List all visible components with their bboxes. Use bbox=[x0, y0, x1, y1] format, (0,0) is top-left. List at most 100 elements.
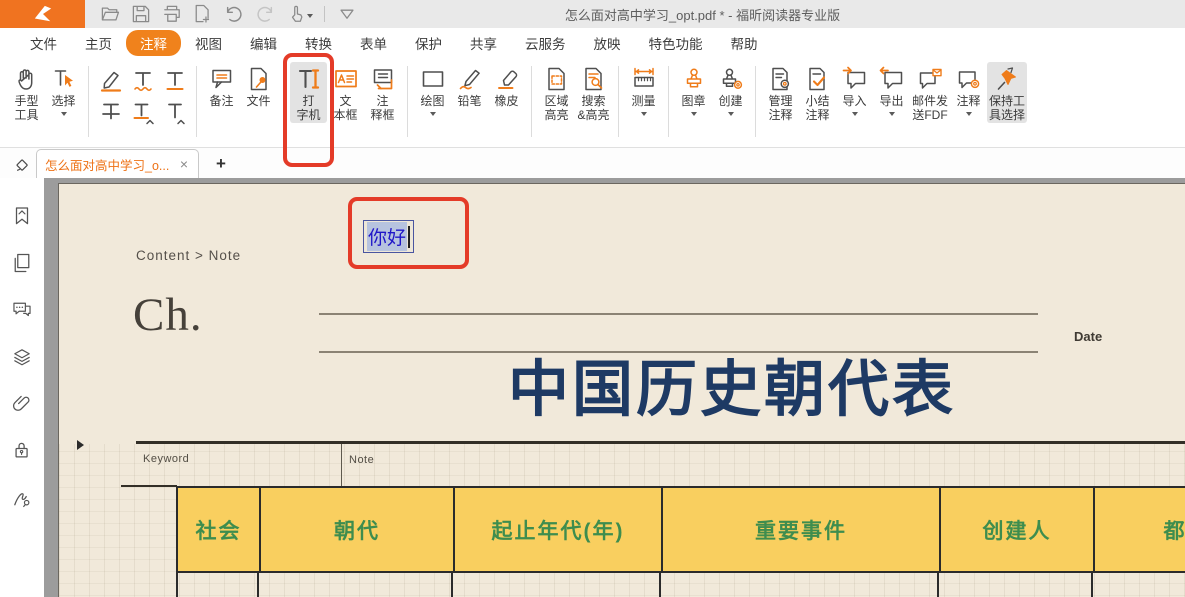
attachments-icon bbox=[11, 388, 33, 420]
menu-item-present[interactable]: 放映 bbox=[580, 30, 635, 56]
highlight-button[interactable] bbox=[95, 65, 126, 96]
file-attachment-label: 文件 bbox=[246, 95, 270, 109]
print-button[interactable] bbox=[161, 0, 183, 30]
typewriter-annotation[interactable]: 你好 bbox=[363, 220, 414, 253]
create-stamp-button[interactable]: 创建 bbox=[712, 62, 749, 117]
replace-text-button[interactable] bbox=[127, 97, 158, 128]
search-highlight-label: 搜索 &高亮 bbox=[577, 95, 609, 122]
pencil-button[interactable]: 铅笔 bbox=[451, 62, 488, 110]
table-body-cell bbox=[176, 573, 259, 597]
menu-item-view[interactable]: 视图 bbox=[181, 30, 236, 56]
summarize-icon bbox=[805, 63, 831, 95]
group-separator bbox=[407, 66, 408, 137]
search-highlight-icon bbox=[581, 63, 607, 95]
typewriter-button[interactable]: 打 字机 bbox=[290, 62, 327, 123]
dropdown-caret-icon bbox=[889, 112, 895, 116]
create-stamp-label: 创建 bbox=[718, 95, 742, 109]
manage-comments-label: 管理 注释 bbox=[768, 95, 792, 122]
menu-item-features[interactable]: 特色功能 bbox=[635, 30, 717, 56]
search-highlight-button[interactable]: 搜索 &高亮 bbox=[575, 62, 612, 123]
document-tab-bar: 怎么面对高中学习_o... × + bbox=[0, 148, 1185, 178]
open-button[interactable] bbox=[99, 0, 121, 30]
toolbar-group-highlight-tools: 区域 高亮搜索 &高亮 bbox=[534, 62, 616, 145]
signature-panel-button[interactable] bbox=[9, 486, 35, 510]
group-separator bbox=[618, 66, 619, 137]
more-tools-button[interactable] bbox=[336, 0, 358, 30]
measure-icon bbox=[631, 63, 657, 95]
document-tab[interactable]: 怎么面对高中学习_o... × bbox=[36, 149, 199, 178]
document-canvas: Content > Note Ch. Date 中国历史朝代表 Keyword … bbox=[44, 178, 1185, 597]
callout-button[interactable]: 注 释框 bbox=[364, 62, 401, 123]
textbox-icon bbox=[333, 63, 359, 95]
area-highlight-button[interactable]: 区域 高亮 bbox=[538, 62, 575, 123]
keep-tool-selected-button[interactable]: 保持工 具选择 bbox=[987, 62, 1027, 123]
redo-icon bbox=[254, 0, 276, 30]
table-header-cell: 重要事件 bbox=[663, 488, 941, 571]
file-attachment-button[interactable]: 文件 bbox=[240, 62, 277, 110]
table-header-cell: 社会 bbox=[178, 488, 261, 571]
save-icon bbox=[130, 0, 152, 30]
strikeout-button[interactable] bbox=[95, 97, 126, 128]
pin-icon bbox=[994, 63, 1020, 95]
import-comments-button[interactable]: 导入 bbox=[836, 62, 873, 117]
email-fdf-button[interactable]: 邮件发 送FDF bbox=[910, 62, 950, 123]
menu-item-convert[interactable]: 转换 bbox=[291, 30, 346, 56]
select-icon bbox=[51, 63, 77, 95]
menu-item-share[interactable]: 共享 bbox=[456, 30, 511, 56]
table-body-cell bbox=[259, 573, 453, 597]
dropdown-caret-icon bbox=[430, 112, 436, 116]
hand-tool-button[interactable]: 手型 工具 bbox=[8, 62, 45, 123]
textbox-button[interactable]: 文 本框 bbox=[327, 62, 364, 123]
insert-text-button[interactable] bbox=[159, 97, 190, 128]
new-tab-button[interactable]: + bbox=[212, 154, 230, 178]
menu-item-file[interactable]: 文件 bbox=[16, 30, 71, 56]
squiggly-underline-button[interactable] bbox=[127, 65, 158, 96]
menu-item-help[interactable]: 帮助 bbox=[717, 30, 772, 56]
eraser-button[interactable]: 橡皮 bbox=[488, 62, 525, 110]
tab-close-icon[interactable]: × bbox=[178, 156, 190, 172]
drawing-button[interactable]: 绘图 bbox=[414, 62, 451, 117]
touch-mode-button[interactable] bbox=[285, 0, 313, 30]
new-page-button[interactable] bbox=[192, 0, 214, 30]
print-icon bbox=[161, 0, 183, 30]
select-tool-button[interactable]: 选择 bbox=[45, 62, 82, 117]
chapter-label: Ch. bbox=[133, 288, 203, 342]
measure-button[interactable]: 测量 bbox=[625, 62, 662, 117]
menu-item-home[interactable]: 主页 bbox=[71, 30, 126, 56]
comment-settings-button[interactable]: 注释 bbox=[950, 62, 987, 117]
export-comments-button[interactable]: 导出 bbox=[873, 62, 910, 117]
security-panel-button[interactable] bbox=[9, 439, 35, 463]
redo-button[interactable] bbox=[254, 0, 276, 30]
callout-label: 注 释框 bbox=[370, 95, 394, 122]
menu-item-protect[interactable]: 保护 bbox=[401, 30, 456, 56]
menu-item-cloud[interactable]: 云服务 bbox=[511, 30, 580, 56]
toolbar-group-basic: 手型 工具选择 bbox=[4, 62, 86, 145]
manage-comments-button[interactable]: 管理 注释 bbox=[762, 62, 799, 123]
comments-panel-button[interactable] bbox=[9, 298, 35, 322]
dropdown-caret-icon bbox=[691, 112, 697, 116]
attachments-panel-button[interactable] bbox=[9, 392, 35, 416]
menu-item-comment[interactable]: 注释 bbox=[126, 30, 181, 56]
pages-panel-button[interactable] bbox=[9, 251, 35, 275]
panel-expand-arrow[interactable] bbox=[77, 440, 84, 450]
comment-settings-label: 注释 bbox=[957, 95, 981, 109]
comment-gear-icon bbox=[956, 63, 982, 95]
foxit-logo-icon[interactable] bbox=[0, 0, 85, 28]
stamp-label: 图章 bbox=[681, 95, 705, 109]
bookmarks-panel-button[interactable] bbox=[9, 204, 35, 228]
pages-icon bbox=[11, 247, 33, 279]
menu-item-form[interactable]: 表单 bbox=[346, 30, 401, 56]
hand-tool-label: 手型 工具 bbox=[14, 95, 38, 122]
format-panel-toggle-icon[interactable] bbox=[6, 150, 36, 178]
summarize-comments-button[interactable]: 小结 注释 bbox=[799, 62, 836, 123]
menu-item-edit[interactable]: 编辑 bbox=[236, 30, 291, 56]
underline-button[interactable] bbox=[159, 65, 190, 96]
note-button[interactable]: 备注 bbox=[203, 62, 240, 110]
squiggly-icon bbox=[130, 68, 156, 94]
pencil-label: 铅笔 bbox=[457, 95, 481, 109]
group-separator bbox=[196, 66, 197, 137]
save-button[interactable] bbox=[130, 0, 152, 30]
layers-panel-button[interactable] bbox=[9, 345, 35, 369]
undo-button[interactable] bbox=[223, 0, 245, 30]
stamp-button[interactable]: 图章 bbox=[675, 62, 712, 117]
